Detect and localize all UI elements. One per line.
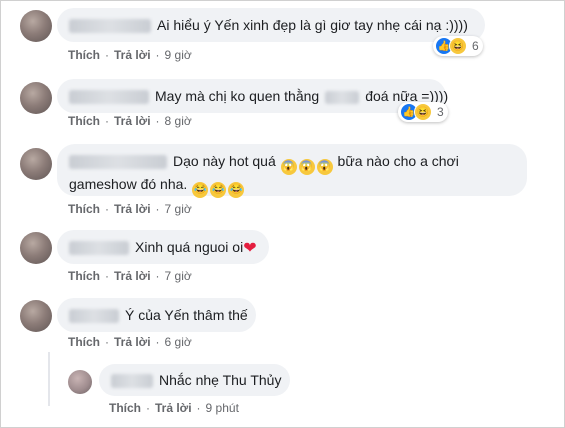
commenter-name[interactable] (111, 374, 153, 389)
scream-face-icon: 😱 (298, 159, 315, 175)
comment-bubble: Ý của Yến thâm thế (57, 298, 256, 332)
like-link[interactable]: Thích (68, 269, 100, 283)
comment-text: Nhắc nhẹ Thu Thủy (159, 372, 282, 388)
avatar[interactable] (68, 370, 92, 394)
reply-link[interactable]: Trả lời (114, 202, 151, 216)
comment-actions: Thích · Trả lời · 7 giờ (68, 202, 192, 216)
comment-bubble: Xinh quá nguoi oi❤ (57, 230, 269, 264)
comment-bubble: Dạo này hot quá 😱 😱 😱 bữa nào cho a chơi g… (57, 144, 527, 198)
reply-link[interactable]: Trả lời (114, 114, 151, 128)
comment-bubble: Nhắc nhẹ Thu Thủy (99, 364, 290, 396)
comment-text: Dạo này hot quá (173, 153, 276, 169)
like-link[interactable]: Thích (68, 202, 100, 216)
comment-actions: Thích · Trả lời · 9 giờ (68, 48, 192, 62)
scream-face-icon: 😱 (316, 159, 333, 175)
heart-icon: ❤ (243, 240, 257, 257)
comment-bubble: Ai hiểu ý Yến xinh đẹp là gì giơ tay nhẹ… (57, 8, 485, 42)
comment-actions: Thích · Trả lời · 9 phút (109, 401, 239, 415)
timestamp[interactable]: 6 giờ (165, 335, 192, 349)
commenter-name[interactable] (69, 155, 167, 170)
comment-text-cont: bữa nào cho a chơi (337, 153, 459, 169)
reply-link[interactable]: Trả lời (114, 269, 151, 283)
tears-of-joy-icon: 😂 (192, 182, 209, 198)
comment-actions: Thích · Trả lời · 7 giờ (68, 269, 192, 283)
timestamp[interactable]: 8 giờ (165, 114, 192, 128)
reply-link[interactable]: Trả lời (114, 48, 151, 62)
haha-face-icon: 😆 (414, 103, 432, 121)
comment-text: Ý của Yến thâm thế (125, 307, 248, 323)
commenter-name[interactable] (69, 241, 129, 256)
timestamp[interactable]: 9 phút (206, 401, 239, 415)
avatar[interactable] (20, 300, 52, 332)
timestamp[interactable]: 7 giờ (165, 269, 192, 283)
comment-actions: Thích · Trả lời · 8 giờ (68, 114, 192, 128)
tears-of-joy-icon: 😂 (228, 182, 245, 198)
comment-actions: Thích · Trả lời · 6 giờ (68, 335, 192, 349)
like-link[interactable]: Thích (68, 335, 100, 349)
reaction-count: 6 (472, 39, 479, 53)
like-link[interactable]: Thích (68, 48, 100, 62)
avatar[interactable] (20, 10, 52, 42)
reply-link[interactable]: Trả lời (114, 335, 151, 349)
scream-face-icon: 😱 (280, 159, 297, 175)
timestamp[interactable]: 7 giờ (165, 202, 192, 216)
timestamp[interactable]: 9 giờ (165, 48, 192, 62)
comment-text: Xinh quá nguoi oi (135, 239, 244, 255)
like-link[interactable]: Thích (68, 114, 100, 128)
commenter-name[interactable] (69, 90, 149, 105)
reaction-count: 3 (437, 105, 444, 119)
tears-of-joy-icon: 😂 (210, 182, 227, 198)
avatar[interactable] (20, 82, 52, 114)
haha-face-icon: 😆 (449, 37, 467, 55)
blurred-name (325, 90, 360, 104)
reply-thread-line (48, 352, 50, 406)
like-link[interactable]: Thích (109, 401, 141, 415)
comment-bubble: May mà chị ko quen thằng đoá nữa =)))) (57, 79, 448, 113)
reply-link[interactable]: Trả lời (155, 401, 192, 415)
commenter-name[interactable] (69, 19, 151, 34)
avatar[interactable] (20, 232, 52, 264)
reaction-summary[interactable]: 👍 😆 3 (398, 102, 448, 122)
comment-text-line2: gameshow đó nha. (69, 176, 188, 192)
comment-text: May mà chị ko quen thằng (155, 88, 320, 104)
avatar[interactable] (20, 148, 52, 180)
commenter-name[interactable] (69, 309, 119, 324)
comment-text: Ai hiểu ý Yến xinh đẹp là gì giơ tay nhẹ… (157, 17, 468, 33)
reaction-summary[interactable]: 👍 😆 6 (433, 36, 483, 56)
